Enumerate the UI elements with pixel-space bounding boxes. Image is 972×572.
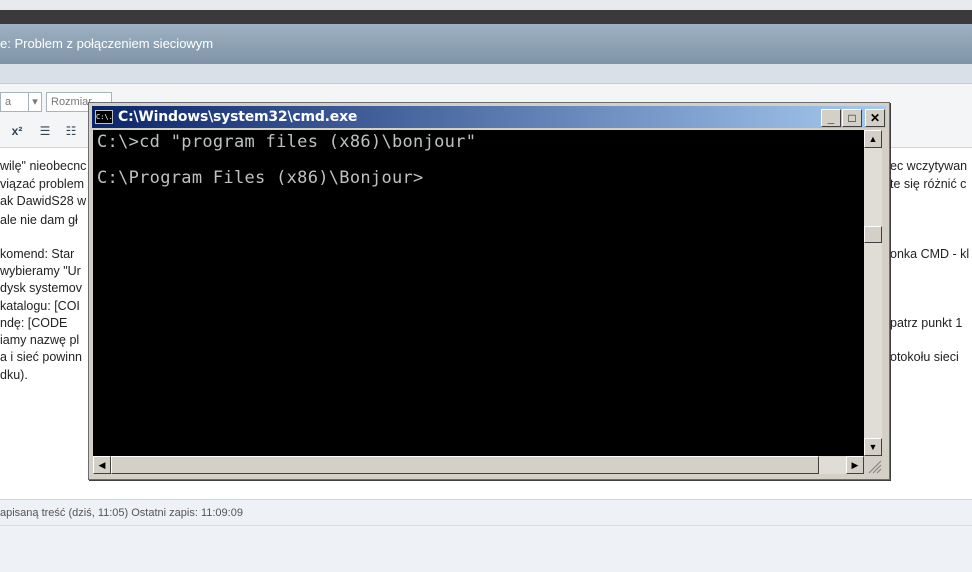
cmd-console[interactable]: C:\>cd "program files (x86)\bonjour" C:\… xyxy=(93,130,864,456)
vertical-scrollbar[interactable]: ▲ ▼ xyxy=(864,130,882,456)
console-line: C:\>cd "program files (x86)\bonjour" xyxy=(97,132,477,152)
editor-text-line: te się różnić c xyxy=(890,177,967,191)
editor-text-line: wilę" nieobecnc xyxy=(0,159,87,173)
editor-text-line: dku). xyxy=(0,368,28,382)
editor-text-line: ak DawidS28 w xyxy=(0,194,87,208)
editor-text-line: dysk systemov xyxy=(0,281,82,295)
close-button[interactable]: ✕ xyxy=(865,109,885,127)
hscroll-thumb[interactable] xyxy=(111,456,819,474)
editor-text-line: ndę: [CODE xyxy=(0,316,68,330)
scroll-right-button[interactable]: ▶ xyxy=(846,456,864,474)
minimize-button[interactable]: _ xyxy=(821,109,841,127)
scroll-up-button[interactable]: ▲ xyxy=(864,130,882,148)
cmd-app-icon[interactable]: C:\. xyxy=(95,110,113,124)
editor-text-line: ec wczytywan xyxy=(890,159,968,173)
editor-text-line: komend: Star xyxy=(0,247,75,261)
cmd-window[interactable]: C:\. C:\Windows\system32\cmd.exe _ □ ✕ C… xyxy=(88,102,890,480)
top-strip xyxy=(0,0,972,10)
forum-subbar xyxy=(0,64,972,84)
editor-text-line: patrz punkt 1 xyxy=(890,316,963,330)
editor-text-line: otokołu sieci xyxy=(890,350,959,364)
maximize-button[interactable]: □ xyxy=(842,109,862,127)
console-prompt: C:\Program Files (x86)\Bonjour> xyxy=(97,168,424,188)
editor-text-line: a i sieć powinn xyxy=(0,350,82,364)
top-dark-bar xyxy=(0,10,972,24)
font-select-arrow[interactable]: ▾ xyxy=(28,92,42,112)
editor-text-line: katalogu: [COI xyxy=(0,299,80,313)
editor-text-line: iamy nazwę pl xyxy=(0,333,80,347)
editor-text-line: onka CMD - kl xyxy=(890,247,970,261)
horizontal-scrollbar[interactable]: ◀ ▶ xyxy=(93,456,864,474)
resize-grip-icon[interactable] xyxy=(864,456,882,474)
editor-text-line: ale nie dam gł xyxy=(0,213,78,227)
forum-title-bar: e: Problem z połączeniem sieciowym xyxy=(0,24,972,64)
bullet-list-button[interactable]: ☰ xyxy=(36,122,54,140)
cmd-title-bar[interactable]: C:\. C:\Windows\system32\cmd.exe _ □ ✕ xyxy=(92,106,886,128)
page-bottom xyxy=(0,526,972,572)
cmd-window-title: C:\Windows\system32\cmd.exe xyxy=(118,109,358,125)
scroll-left-button[interactable]: ◀ xyxy=(93,456,111,474)
size-select-value: Rozmiar xyxy=(51,96,92,108)
editor-text-line: viązać problem xyxy=(0,177,85,191)
status-bar: apisaną treść (dziś, 11:05) Ostatni zapi… xyxy=(0,500,972,526)
superscript-button[interactable]: x² xyxy=(8,122,26,140)
forum-topic-title: e: Problem z połączeniem sieciowym xyxy=(0,36,214,51)
autosave-status: apisaną treść (dziś, 11:05) Ostatni zapi… xyxy=(0,507,243,519)
scroll-down-button[interactable]: ▼ xyxy=(864,438,882,456)
editor-text-line: wybieramy "Ur xyxy=(0,264,81,278)
numbered-list-button[interactable]: ☷ xyxy=(62,122,80,140)
font-select-value: a xyxy=(5,96,12,108)
scroll-thumb[interactable] xyxy=(864,226,882,243)
